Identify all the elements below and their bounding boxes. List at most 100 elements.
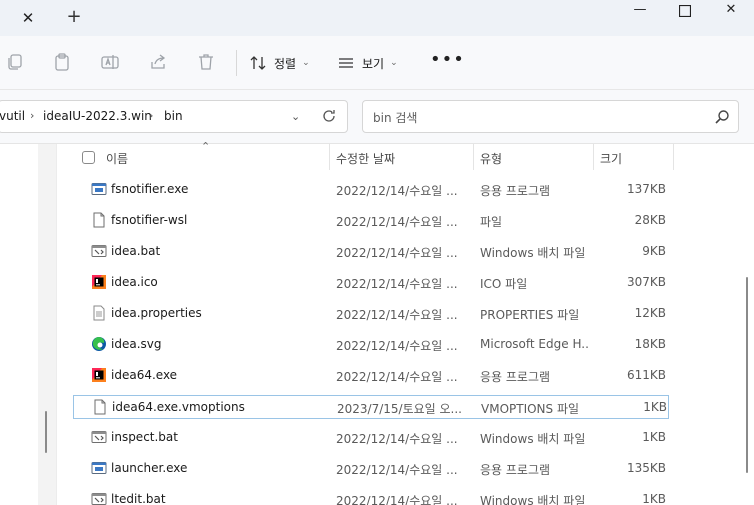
chevron-right-icon[interactable]: ›	[149, 109, 153, 122]
file-type: PROPERTIES 파일	[480, 308, 580, 322]
file-type: 응용 프로그램	[480, 184, 551, 198]
file-size: 12KB	[634, 306, 666, 320]
minimize-icon[interactable]: —	[617, 0, 663, 22]
chevron-down-icon: ⌄	[302, 58, 310, 68]
sort-ascending-icon: ⌃	[201, 140, 211, 153]
chevron-right-icon[interactable]: ›	[30, 109, 34, 122]
sort-label: 정렬	[274, 56, 297, 71]
file-type: 파일	[480, 215, 503, 229]
maximize-icon[interactable]	[662, 0, 708, 22]
tab-close-icon[interactable]: ✕	[18, 8, 38, 28]
column-type[interactable]: 유형	[480, 150, 502, 167]
file-date-modified: 2022/12/14/수요일 ...	[336, 370, 458, 384]
batch-icon	[91, 429, 107, 445]
file-size: 135KB	[626, 461, 666, 475]
file-date-modified: 2022/12/14/수요일 ...	[336, 215, 458, 229]
file-name: idea.bat	[111, 244, 161, 258]
rename-icon[interactable]	[100, 52, 122, 74]
file-name: fsnotifier-wsl	[111, 213, 188, 227]
delete-icon[interactable]	[196, 52, 218, 74]
file-row[interactable]: idea.properties 2022/12/14/수요일 ... PROPERT…	[73, 302, 669, 326]
file-name: idea.svg	[111, 337, 162, 351]
search-placeholder: bin 검색	[373, 111, 418, 125]
batch-icon	[91, 243, 107, 259]
command-bar: 정렬 ⌄ 보기 ⌄ •••	[0, 36, 754, 90]
copy-icon[interactable]	[5, 52, 27, 74]
search-input[interactable]: bin 검색	[362, 100, 739, 133]
file-row[interactable]: idea64.exe.vmoptions 2023/7/15/토요일 오... VM…	[73, 395, 669, 419]
file-date-modified: 2023/7/15/토요일 오...	[337, 402, 462, 416]
intellij-icon	[91, 367, 107, 383]
navigation-pane	[38, 144, 57, 505]
window-close-icon[interactable]: ✕	[708, 0, 754, 22]
file-size: 1KB	[642, 492, 666, 505]
column-divider[interactable]	[673, 144, 674, 170]
chevron-down-icon: ⌄	[390, 58, 398, 68]
file-name: idea64.exe.vmoptions	[112, 400, 245, 414]
file-size: 1KB	[642, 430, 666, 444]
file-row[interactable]: idea.svg 2022/12/14/수요일 ... Microsoft Edge…	[73, 333, 669, 357]
file-row[interactable]: fsnotifier-wsl 2022/12/14/수요일 ... 파일 28KB	[73, 209, 669, 233]
file-icon	[92, 399, 108, 415]
view-button[interactable]: 보기 ⌄	[338, 52, 398, 74]
navigation-scrollbar[interactable]	[45, 411, 47, 453]
address-bar[interactable]: vutil › ideaIU-2022.3.win › bin ⌄	[0, 100, 348, 133]
more-options-icon[interactable]: •••	[430, 51, 464, 74]
file-date-modified: 2022/12/14/수요일 ...	[336, 184, 458, 198]
edge-icon	[91, 336, 107, 352]
file-date-modified: 2022/12/14/수요일 ...	[336, 339, 458, 353]
file-row[interactable]: idea.ico 2022/12/14/수요일 ... ICO 파일 307KB	[73, 271, 669, 295]
sort-button[interactable]: 정렬 ⌄	[250, 52, 310, 74]
exe-icon	[91, 460, 107, 476]
file-row[interactable]: idea.bat 2022/12/14/수요일 ... Windows 배치 파일 9…	[73, 240, 669, 264]
file-date-modified: 2022/12/14/수요일 ...	[336, 277, 458, 291]
address-dropdown-icon[interactable]: ⌄	[291, 110, 300, 123]
file-size: 9KB	[642, 244, 666, 258]
file-name: inspect.bat	[111, 430, 178, 444]
file-date-modified: 2022/12/14/수요일 ...	[336, 308, 458, 322]
file-row[interactable]: launcher.exe 2022/12/14/수요일 ... 응용 프로그램 135…	[73, 457, 669, 481]
file-name: idea.properties	[111, 306, 202, 320]
breadcrumb-item[interactable]: vutil	[0, 109, 25, 123]
file-date-modified: 2022/12/14/수요일 ...	[336, 432, 458, 446]
file-name: ltedit.bat	[111, 492, 166, 505]
file-size: 611KB	[626, 368, 666, 382]
select-all-checkbox[interactable]	[82, 151, 95, 164]
file-name: fsnotifier.exe	[111, 182, 189, 196]
file-size: 137KB	[626, 182, 666, 196]
intellij-icon	[91, 274, 107, 290]
column-date[interactable]: 수정한 날짜	[336, 150, 395, 167]
file-name: idea.ico	[111, 275, 158, 289]
column-divider[interactable]	[473, 144, 474, 170]
breadcrumb-item[interactable]: ideaIU-2022.3.win	[43, 109, 152, 123]
file-row[interactable]: inspect.bat 2022/12/14/수요일 ... Windows 배치 …	[73, 426, 669, 450]
file-row[interactable]: fsnotifier.exe 2022/12/14/수요일 ... 응용 프로그램 1…	[73, 178, 669, 202]
text-file-icon	[91, 305, 107, 321]
file-list-pane: 이름 ⌃ 수정한 날짜 유형 크기 fsnotifier.exe 2022/12/…	[0, 140, 754, 505]
search-icon[interactable]	[714, 109, 730, 125]
column-divider[interactable]	[329, 144, 330, 170]
paste-icon[interactable]	[52, 52, 74, 74]
file-type: 응용 프로그램	[480, 463, 551, 477]
sort-icon	[250, 56, 266, 70]
view-list-icon	[339, 58, 353, 68]
tab-strip: ✕ + — ✕	[0, 0, 754, 36]
column-size[interactable]: 크기	[600, 150, 622, 167]
column-name[interactable]: 이름	[106, 150, 128, 167]
file-list-scrollbar[interactable]	[746, 277, 748, 473]
share-icon[interactable]	[148, 52, 170, 74]
file-size: 307KB	[626, 275, 666, 289]
file-date-modified: 2022/12/14/수요일 ...	[336, 494, 458, 505]
file-type: 응용 프로그램	[480, 370, 551, 384]
breadcrumb-item[interactable]: bin	[164, 109, 183, 123]
file-name: launcher.exe	[111, 461, 188, 475]
file-icon	[91, 212, 107, 228]
column-divider[interactable]	[593, 144, 594, 170]
new-tab-icon[interactable]: +	[64, 7, 84, 27]
file-row[interactable]: ltedit.bat 2022/12/14/수요일 ... Windows 배치 파…	[73, 488, 669, 505]
file-date-modified: 2022/12/14/수요일 ...	[336, 246, 458, 260]
file-row[interactable]: idea64.exe 2022/12/14/수요일 ... 응용 프로그램 611KB	[73, 364, 669, 388]
refresh-icon[interactable]	[321, 108, 339, 126]
file-type: Microsoft Edge H...	[480, 337, 590, 351]
exe-icon	[91, 181, 107, 197]
